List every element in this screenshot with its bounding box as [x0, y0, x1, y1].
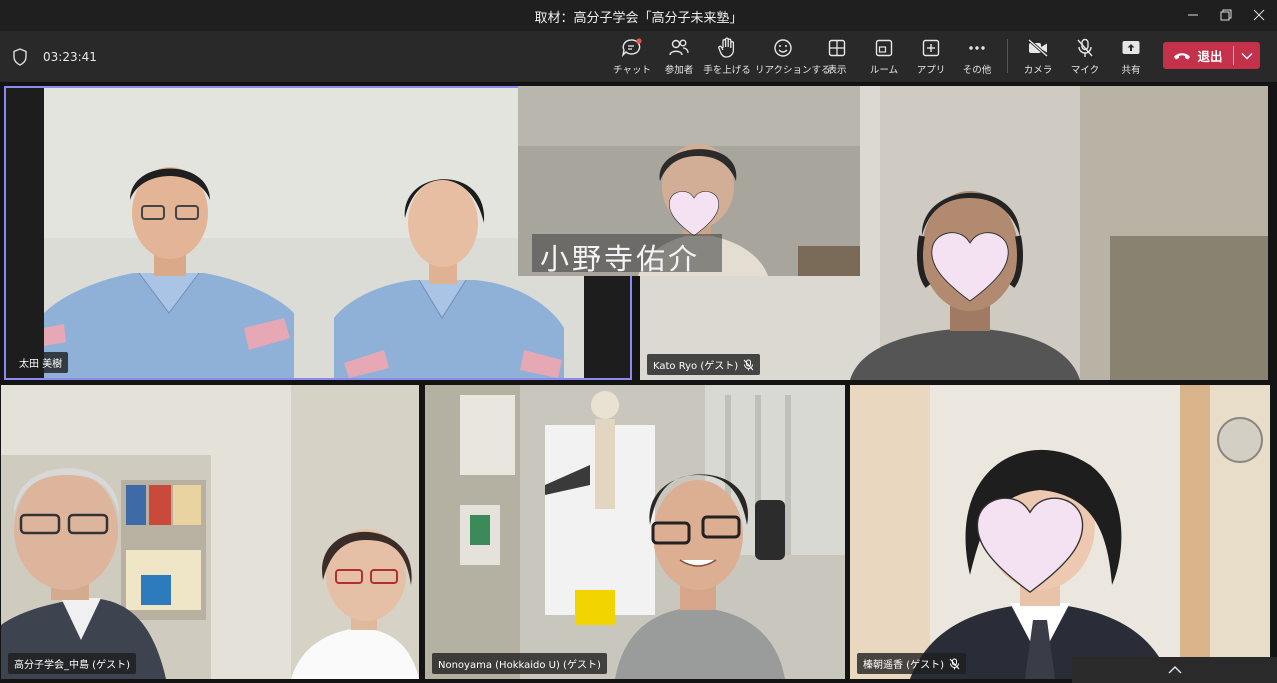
- heart-icon: [976, 497, 1084, 593]
- participant-name-caption: 小野寺佑介: [540, 242, 701, 276]
- participant-name: 高分子学会_中島 (ゲスト): [14, 660, 130, 671]
- participants-button[interactable]: 参加者: [652, 37, 706, 79]
- camera-off-icon: [1011, 37, 1065, 59]
- participant-name: Kato Ryo (ゲスト): [653, 361, 739, 372]
- leave-control: 退出: [1163, 42, 1260, 69]
- leave-button[interactable]: 退出: [1163, 42, 1233, 69]
- participant-name-tag: 高分子学会_中島 (ゲスト): [8, 653, 136, 674]
- heart-icon: [931, 232, 1009, 302]
- meeting-toolbar: 03:23:41 チャット 参加者 手を上げる リアクションする 表示 ルーム …: [0, 31, 1277, 83]
- participant-name: Nonoyama (Hokkaido U) (ゲスト): [438, 660, 601, 671]
- share-icon: [1104, 37, 1158, 59]
- video-tile-nonoyama[interactable]: Nonoyama (Hokkaido U) (ゲスト): [425, 385, 845, 679]
- mic-off-icon: [743, 359, 754, 370]
- raise-hand-button[interactable]: 手を上げる: [700, 37, 754, 79]
- more-label: その他: [962, 65, 992, 76]
- participant-video-frame: [425, 385, 845, 679]
- participant-name: 榛朝遥香 (ゲスト): [863, 660, 944, 671]
- smiley-icon: [755, 37, 811, 59]
- chat-label: チャット: [613, 65, 651, 76]
- more-icon: [950, 37, 1004, 59]
- close-icon[interactable]: [1245, 3, 1273, 27]
- reactions-label: リアクションする: [755, 65, 831, 76]
- mic-off-icon: [949, 658, 960, 669]
- window-title: 取材：高分子学会「高分子未来塾」: [534, 11, 743, 26]
- camera-label: カメラ: [1023, 65, 1053, 76]
- participant-name-tag: Nonoyama (Hokkaido U) (ゲスト): [432, 653, 607, 674]
- expand-gallery-button[interactable]: [1072, 657, 1277, 683]
- participant-name: 太田 美樹: [19, 359, 63, 370]
- participant-name-tag: Kato Ryo (ゲスト): [647, 354, 761, 375]
- camera-button[interactable]: カメラ: [1011, 37, 1065, 79]
- video-tile-nakajima[interactable]: 高分子学会_中島 (ゲスト): [1, 385, 419, 679]
- leave-dropdown-button[interactable]: [1234, 42, 1260, 69]
- video-gallery: 太田 美樹 Kato Ryo (ゲスト) 小野寺佑介 高分子学会_中島 (ゲスト…: [0, 83, 1277, 683]
- rooms-icon: [857, 37, 911, 59]
- rooms-label: ルーム: [869, 65, 899, 76]
- reactions-button[interactable]: リアクションする: [755, 37, 831, 79]
- restore-icon[interactable]: [1212, 3, 1240, 27]
- view-label: 表示: [827, 65, 847, 76]
- shield-icon: [13, 48, 27, 66]
- participant-video-frame: [44, 88, 584, 378]
- chat-button[interactable]: チャット: [605, 37, 659, 79]
- participant-name-tag: 榛朝遥香 (ゲスト): [857, 653, 966, 674]
- more-button[interactable]: その他: [950, 37, 1004, 79]
- hang-up-icon: [1174, 52, 1191, 59]
- participant-name-tag: 太田 美樹: [13, 352, 69, 373]
- window-titlebar: 取材：高分子学会「高分子未来塾」: [0, 0, 1277, 31]
- participant-video-frame: [1, 385, 419, 679]
- meeting-timer: 03:23:41: [43, 50, 97, 64]
- hand-icon: [700, 37, 754, 59]
- video-tile-onodera-yusuke[interactable]: 小野寺佑介: [518, 86, 860, 276]
- people-icon: [652, 37, 706, 59]
- video-tile-haruka[interactable]: 榛朝遥香 (ゲスト): [850, 385, 1270, 679]
- grid-icon: [810, 37, 864, 59]
- share-label: 共有: [1121, 65, 1141, 76]
- chevron-down-icon: [1241, 52, 1253, 59]
- toolbar-separator: [1007, 39, 1008, 73]
- raise-hand-label: 手を上げる: [703, 65, 751, 76]
- view-button[interactable]: 表示: [810, 37, 864, 79]
- heart-icon: [668, 191, 720, 237]
- minimize-icon[interactable]: [1179, 3, 1207, 27]
- share-button[interactable]: 共有: [1104, 37, 1158, 79]
- participants-label: 参加者: [664, 65, 694, 76]
- rooms-button[interactable]: ルーム: [857, 37, 911, 79]
- chevron-up-icon: [1168, 666, 1181, 674]
- chat-icon: [605, 37, 659, 59]
- leave-label: 退出: [1197, 49, 1223, 64]
